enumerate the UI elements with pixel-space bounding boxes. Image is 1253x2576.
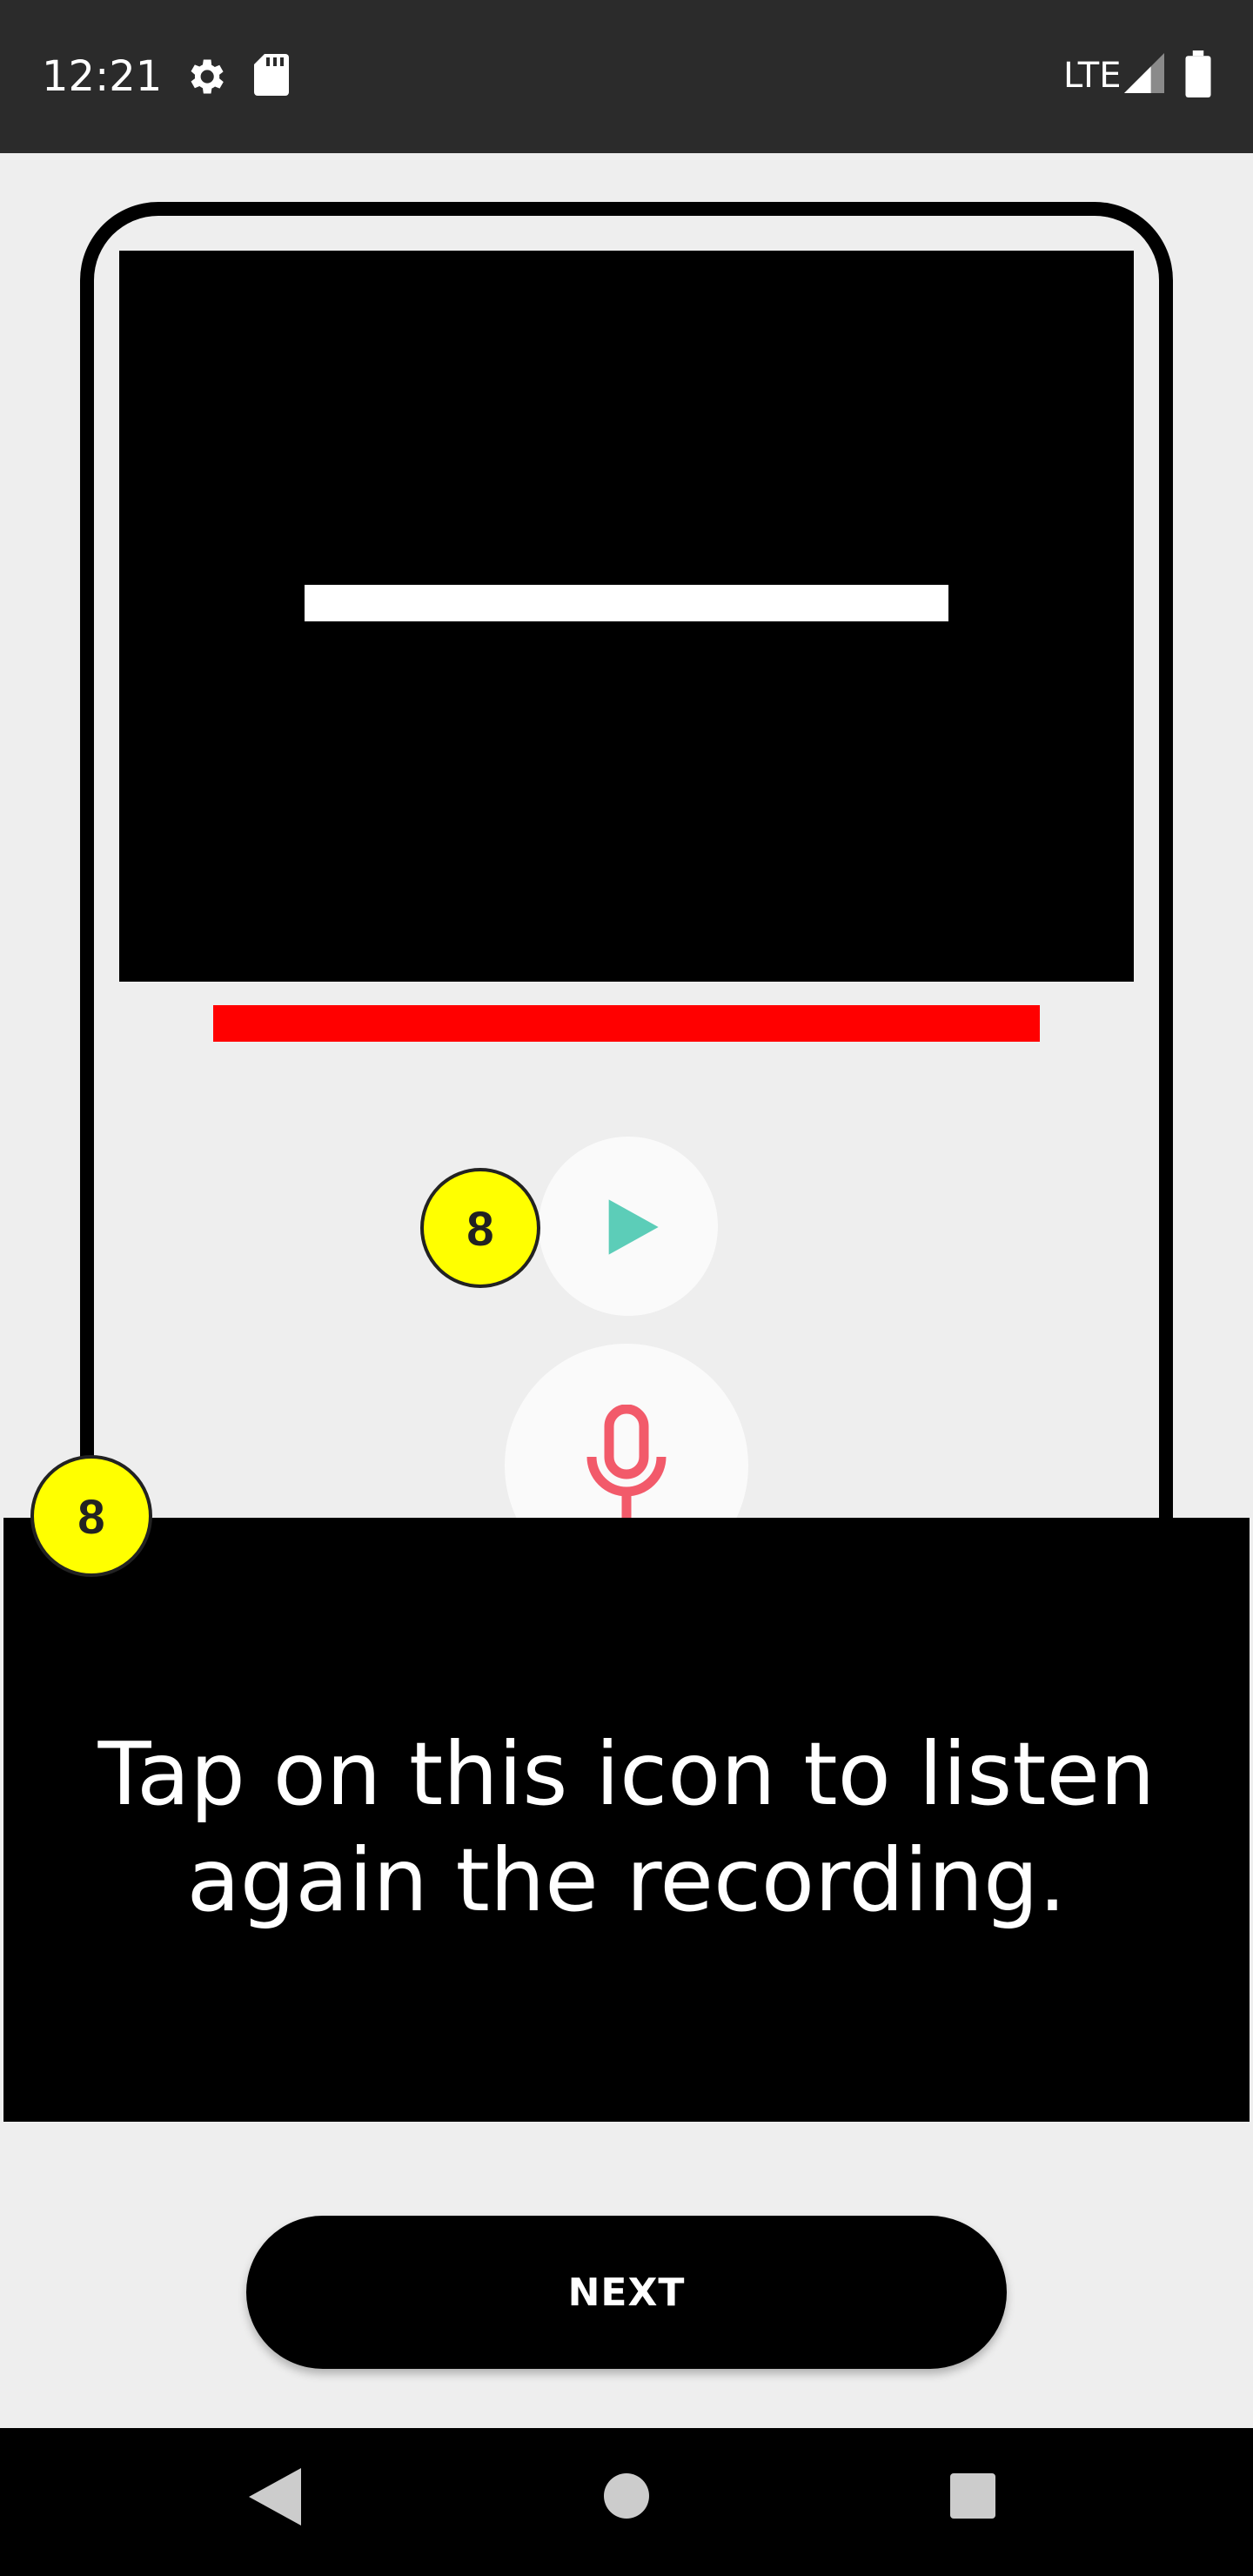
back-icon[interactable] <box>249 2468 301 2526</box>
sd-card-icon <box>254 54 289 96</box>
play-icon <box>608 1199 659 1255</box>
microphone-icon <box>586 1405 667 1522</box>
tooltip-panel: Tap on this icon to listen again the rec… <box>3 1518 1250 2122</box>
battery-icon <box>1185 50 1211 97</box>
play-recording-button[interactable] <box>539 1137 718 1316</box>
recents-icon[interactable] <box>950 2473 995 2519</box>
status-bar: 12:21 LTE <box>0 0 1253 153</box>
navigation-bar <box>0 2428 1253 2576</box>
status-time: 12:21 <box>42 52 163 101</box>
text-placeholder-bar <box>305 585 948 621</box>
step-badge: 8 <box>420 1168 540 1288</box>
gear-icon <box>191 59 224 94</box>
tooltip-text: Tap on this icon to listen again the rec… <box>97 1723 1156 1931</box>
tooltip-step-badge: 8 <box>30 1455 152 1577</box>
network-type-label: LTE <box>1063 56 1122 96</box>
home-icon[interactable] <box>604 2473 649 2519</box>
signal-icon <box>1124 53 1164 93</box>
recording-progress-bar <box>213 1005 1040 1042</box>
next-button[interactable]: NEXT <box>246 2216 1007 2369</box>
